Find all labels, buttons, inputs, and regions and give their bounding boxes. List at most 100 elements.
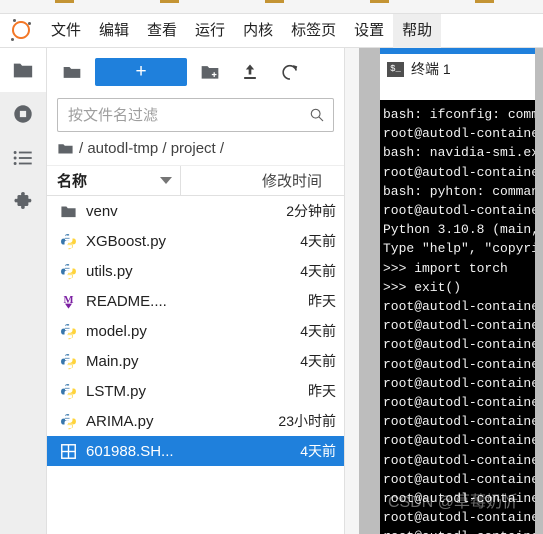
table-row[interactable]: XGBoost.py 4天前 xyxy=(47,226,344,256)
python-icon xyxy=(55,383,81,400)
menu-item-6[interactable]: 设置 xyxy=(345,14,393,48)
terminal-line: root@autodl-container xyxy=(383,471,535,487)
python-file-icon xyxy=(60,353,76,370)
menu-item-4[interactable]: 内核 xyxy=(234,14,282,48)
menu-item-0[interactable]: 文件 xyxy=(42,14,90,48)
search-input[interactable] xyxy=(68,106,309,124)
terminal-line: bash: ifconfig: comma xyxy=(383,107,535,122)
file-name: LSTM.py xyxy=(86,382,147,400)
file-browser-toolbar: + xyxy=(47,48,344,96)
refresh-icon[interactable] xyxy=(273,57,307,87)
tab-terminal-1[interactable]: $_ 终端 1 xyxy=(380,54,535,84)
top-tab-marker[interactable] xyxy=(160,0,179,3)
terminal-line: root@autodl-container xyxy=(383,491,535,507)
file-modified: 4天前 xyxy=(300,263,336,279)
table-row[interactable]: M README.... 昨天 xyxy=(47,286,344,316)
menu-item-7[interactable]: 帮助 xyxy=(393,13,442,48)
table-row[interactable]: ARIMA.py 23小时前 xyxy=(47,406,344,436)
menu-item-5[interactable]: 标签页 xyxy=(282,14,345,48)
terminal-line: root@autodl-container xyxy=(383,452,535,468)
file-browser-icon[interactable] xyxy=(0,48,46,92)
file-name: README.... xyxy=(86,292,167,310)
table-row[interactable]: venv 2分钟前 xyxy=(47,196,344,226)
terminal-line: root@autodl-container xyxy=(383,299,535,315)
table-icon xyxy=(55,443,81,460)
folder-icon[interactable] xyxy=(55,57,89,87)
table-row[interactable]: model.py 4天前 xyxy=(47,316,344,346)
markdown-icon: M xyxy=(55,293,81,310)
python-file-icon xyxy=(60,263,76,280)
top-tab-marker[interactable] xyxy=(370,0,389,3)
terminal-line: root@autodl-container xyxy=(383,318,535,334)
python-file-icon xyxy=(60,413,76,430)
file-name: ARIMA.py xyxy=(86,412,154,430)
file-name: venv xyxy=(86,202,118,220)
terminal-line: bash: navidia-smi.exe xyxy=(383,145,535,161)
jupyter-logo-dot-1 xyxy=(13,18,16,22)
table-row[interactable]: utils.py 4天前 xyxy=(47,256,344,286)
terminal-scrollbar[interactable] xyxy=(535,48,543,534)
table-row[interactable]: Main.py 4天前 xyxy=(47,346,344,376)
top-tab-marker[interactable] xyxy=(475,0,494,3)
file-modified: 4天前 xyxy=(300,323,336,339)
table-of-contents-icon xyxy=(13,151,32,165)
python-file-icon xyxy=(60,383,76,400)
terminal-line: bash: pyhton: command xyxy=(383,183,535,199)
python-file-icon xyxy=(60,233,76,250)
python-icon xyxy=(55,233,81,250)
new-launcher-button[interactable]: + xyxy=(95,58,187,86)
column-header-name[interactable]: 名称 xyxy=(47,165,181,196)
top-tab-marker[interactable] xyxy=(55,0,74,3)
file-filter-row xyxy=(47,96,344,132)
table-file-icon xyxy=(60,443,76,459)
menu-item-3[interactable]: 运行 xyxy=(186,14,234,48)
jupyter-logo-dot-2 xyxy=(28,21,31,25)
python-icon xyxy=(55,413,81,430)
left-sidebar-rail xyxy=(0,48,47,534)
column-header-modified[interactable]: 修改时间 xyxy=(181,170,344,191)
file-name: utils.py xyxy=(86,262,133,280)
breadcrumb[interactable]: / autodl-tmp / project / xyxy=(47,132,344,166)
file-modified: 4天前 xyxy=(300,233,336,249)
terminal-line: root@autodl-container xyxy=(383,375,535,391)
file-filter-wrapper[interactable] xyxy=(57,98,334,132)
running-terminals-icon xyxy=(14,105,32,123)
terminal-line: root@autodl-container xyxy=(383,414,535,430)
breadcrumb-path[interactable]: / autodl-tmp / project / xyxy=(79,140,224,157)
extension-manager-icon xyxy=(14,192,32,210)
python-icon xyxy=(55,263,81,280)
search-icon[interactable] xyxy=(309,107,325,123)
menu-bar: 文件 编辑 查看 运行 内核 标签页 设置 帮助 xyxy=(0,13,543,48)
table-row[interactable]: LSTM.py 昨天 xyxy=(47,376,344,406)
terminal-line: root@autodl-container xyxy=(383,126,535,142)
folder-icon xyxy=(55,203,81,220)
jupyterlab-window: 文件 编辑 查看 运行 内核 标签页 设置 帮助 + 按文件名过滤 / auto… xyxy=(0,0,543,534)
terminal-output[interactable]: bash: ifconfig: comma root@autodl-contain… xyxy=(380,100,535,534)
menu-item-1[interactable]: 编辑 xyxy=(90,14,138,48)
terminal-line: root@autodl-container xyxy=(383,203,535,219)
terminal-line: >>> import torch xyxy=(383,260,508,276)
menu-item-2[interactable]: 查看 xyxy=(138,14,186,48)
terminal-line: >>> exit() xyxy=(383,279,462,295)
terminal-line: root@autodl-container xyxy=(383,395,535,411)
terminal-icon: $_ xyxy=(387,61,404,77)
terminal-line: Python 3.10.8 (main, xyxy=(383,222,535,238)
terminal-line: root@autodl-container xyxy=(383,356,535,372)
top-tab-strip xyxy=(0,0,543,14)
top-tab-marker[interactable] xyxy=(265,0,284,3)
terminal-line: root@autodl-container xyxy=(383,510,535,526)
terminal-line: Type "help", "copyrig xyxy=(383,241,535,257)
file-name: 601988.SH... xyxy=(86,442,174,460)
new-folder-icon[interactable] xyxy=(193,57,227,87)
extension-manager-icon[interactable] xyxy=(0,180,46,224)
table-of-contents-icon[interactable] xyxy=(0,136,46,180)
terminal-line: root@autodl-container xyxy=(383,433,535,449)
python-icon xyxy=(55,353,81,370)
running-terminals-icon[interactable] xyxy=(0,92,46,136)
upload-icon[interactable] xyxy=(233,57,267,87)
folder-icon[interactable] xyxy=(57,140,74,157)
file-modified: 昨天 xyxy=(308,293,336,309)
tab-terminal-1-label: 终端 1 xyxy=(411,61,451,77)
column-header-name-label: 名称 xyxy=(57,173,88,190)
table-row[interactable]: 601988.SH... 4天前 xyxy=(47,436,344,466)
